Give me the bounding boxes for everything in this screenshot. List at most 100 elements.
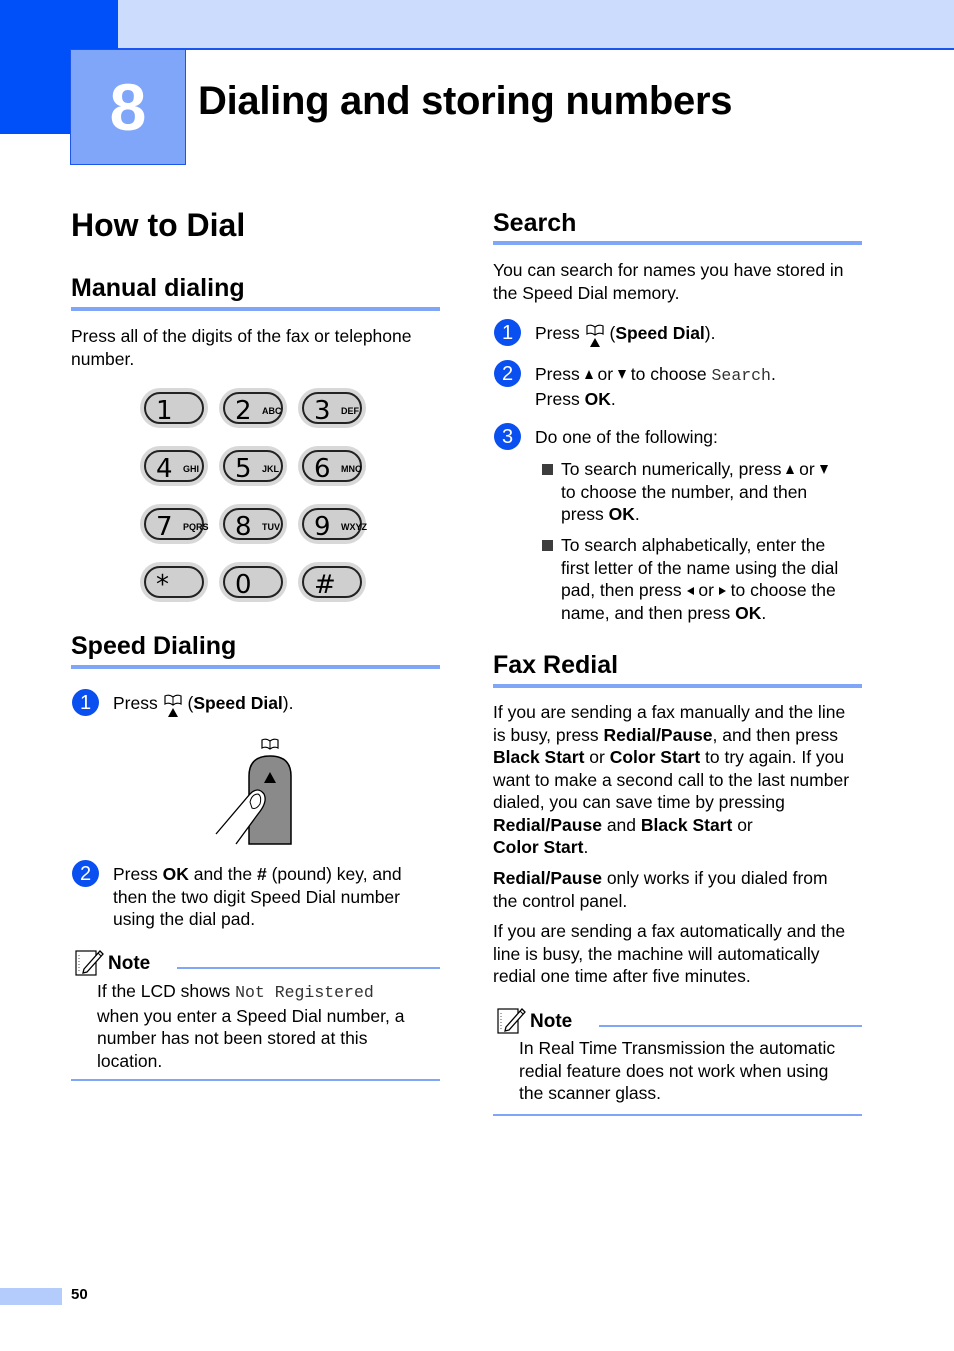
note-body: If the LCD shows Not Registered when you… [97,980,404,1072]
note-bottom-rule [71,1079,440,1081]
right-arrow-icon [718,587,726,595]
speed-dial-label: Speed Dial [615,323,705,343]
heading-search: Search [493,209,577,237]
redial-pause-label: Redial/Pause [493,814,602,835]
speed-dial-book-icon [163,694,183,718]
text-line: the scanner glass. [519,1083,662,1103]
color-start-label: Color Start [609,747,701,767]
text: . [770,364,776,384]
dial-pad-key: 2 ABC [219,388,287,428]
key-face: 3 DEF [302,392,362,425]
step-number-badge: 2 [72,860,99,887]
black-start-label: Black Start [493,747,585,767]
lcd-message: Not Registered [235,983,374,1002]
text: to choose the [725,580,836,600]
key-face: * [144,566,204,599]
text-line: redial feature does not work when using [519,1060,829,1081]
speed-step-1-text: Press (Speed Dial). [113,692,294,718]
text-line: then the two digit Speed Dial number [113,886,400,907]
text-line: Redial/Pause and Black Start or [493,814,849,837]
text: Press [113,864,163,884]
key-digit: 2 [235,396,252,426]
up-arrow-icon [584,370,593,379]
text-line: dialed, you can save time by pressing [493,792,785,812]
heading-rule [493,684,862,688]
text-line: You can search for names you have stored… [493,260,844,280]
key-letters: JKL [262,464,280,474]
key-letters: TUV [262,522,280,532]
text: , and then press [712,724,839,745]
text: . [610,388,616,409]
text: To search numerically, press [561,459,787,479]
text-line: is busy, press Redial/Pause, and then pr… [493,724,849,747]
note-rule [599,1025,862,1027]
text: (pound) key, and [266,864,402,884]
key-letters: ABC [262,406,282,416]
note-body: In Real Time Transmission the automatic … [519,1037,835,1105]
pound-label: # [256,864,267,884]
note-title: Note [108,953,151,974]
dial-pad-key: 8 TUV [219,504,287,544]
search-intro: You can search for names you have stored… [493,259,844,304]
key-digit: 0 [235,570,252,600]
dial-pad-key: # [298,562,366,602]
text-line: Color Start. [493,836,849,859]
chapter-header-band [0,0,954,49]
key-face: # [302,566,362,599]
key-face: 4 GHI [144,450,204,483]
text: If the LCD shows [97,981,236,1001]
text: pad, then press [561,580,687,600]
text-line: Redial/Pause only works if you dialed fr… [493,867,828,890]
text: only works if you dialed from [601,868,828,888]
note-rule [177,967,440,969]
speed-dial-label: Speed Dial [193,693,283,713]
key-digit: 6 [314,454,331,484]
text-line: the control panel. [493,890,628,911]
color-start-label: Color Start [493,837,584,857]
heading-manual-dialing: Manual dialing [71,274,245,302]
dial-pad-illustration: 1 2 ABC 3 DEF 4 GHI 5 JKL 6 MNO 7 PQRS 8 TUV 9 WXYZ * 0 # [140,388,372,608]
heading-rule [71,307,440,311]
key-digit: 7 [156,512,173,542]
manual-dialing-text: Press all of the digits of the fax or te… [71,325,411,370]
text: to choose [625,364,712,384]
step-number-badge: 1 [494,319,521,346]
text: ). [282,693,294,713]
heading-fax-redial: Fax Redial [493,651,619,679]
key-face: 6 MNO [302,450,362,484]
key-face: 5 JKL [223,450,283,484]
redial-pause-label: Redial/Pause [493,868,602,888]
text: . [583,837,589,857]
text: to try again. If you [700,747,845,767]
key-letters: WXYZ [341,522,367,532]
text: Press [535,323,580,343]
note-pencil-icon [496,1005,526,1035]
text-line: line is busy, the machine will automatic… [493,943,820,964]
dial-pad-key: 5 JKL [219,446,287,486]
ok-label: OK [608,504,635,524]
text: or [584,747,610,767]
dial-pad-key: 6 MNO [298,446,366,486]
key-digit: 8 [235,512,252,542]
black-start-label: Black Start [640,814,733,835]
dial-pad-key: 0 [219,562,287,602]
dial-pad-key: * [140,562,208,602]
bullet-square [542,540,553,551]
text-line: pad, then press or to choose the [561,579,838,602]
page-number: 50 [71,1286,88,1303]
search-bullet-numeric: To search numerically, press or to choos… [561,458,828,526]
text-line: to choose the number, and then [561,481,808,502]
key-face: 2 ABC [223,392,283,426]
text: or [794,459,820,479]
down-arrow-icon [617,370,626,379]
dial-pad-key: 3 DEF [298,388,366,428]
text: name, and then press [561,602,736,623]
text-line: using the dial pad. [113,909,256,929]
text-line: If you are sending a fax automatically a… [493,921,846,941]
speed-dial-book-icon [585,324,605,348]
text: is busy, press [493,724,604,745]
fax-redial-paragraph-3: If you are sending a fax automatically a… [493,920,845,988]
speed-step-2-text: Press OK and the # (pound) key, and then… [113,863,402,931]
key-digit: 5 [235,454,252,484]
text: or [732,814,753,835]
